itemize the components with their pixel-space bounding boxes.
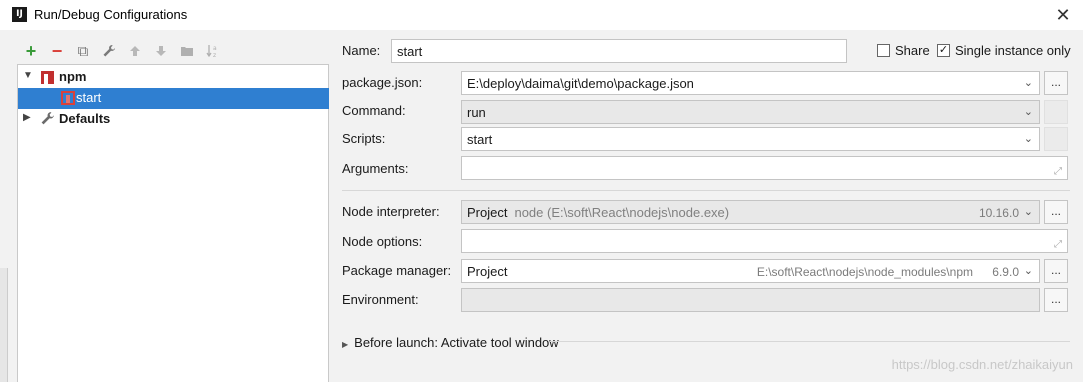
node-options-label: Node options: <box>342 234 423 249</box>
chevron-down-icon[interactable]: ⌄ <box>1024 76 1033 89</box>
chevron-down-icon[interactable]: ⌄ <box>1024 132 1033 145</box>
tree-item-npm[interactable]: ▼ npm <box>18 67 329 88</box>
node-interpreter-label: Node interpreter: <box>342 204 440 219</box>
command-spacer <box>1044 100 1068 124</box>
package-manager-label: Package manager: <box>342 263 452 278</box>
before-launch-separator <box>550 341 1070 342</box>
edit-environment-button[interactable]: ... <box>1044 288 1068 312</box>
environment-label: Environment: <box>342 292 419 307</box>
arguments-input[interactable]: ⤢ <box>461 156 1068 180</box>
arguments-label: Arguments: <box>342 161 409 176</box>
window-title: Run/Debug Configurations <box>34 7 188 22</box>
chevron-down-icon[interactable]: ⌄ <box>1024 105 1033 118</box>
folder-icon[interactable] <box>174 41 200 61</box>
scripts-spacer <box>1044 127 1068 151</box>
title-bar: IJ Run/Debug Configurations ✕ <box>0 0 1083 30</box>
browse-package-manager-button[interactable]: ... <box>1044 259 1068 283</box>
package-manager-version: 6.9.0 <box>992 265 1019 279</box>
command-value: run <box>467 104 486 120</box>
configurations-tree[interactable]: ▼ npm start ▶ Defaults <box>17 64 329 382</box>
package-manager-value: Project <box>467 263 508 279</box>
intellij-icon: IJ <box>12 7 27 22</box>
single-instance-checkbox[interactable]: ✓ <box>937 44 950 57</box>
separator <box>342 190 1070 191</box>
chevron-down-icon[interactable]: ⌄ <box>1024 264 1033 277</box>
npm-config-icon <box>61 91 75 105</box>
run-debug-dialog: IJ Run/Debug Configurations ✕ + − ⧉ az ▼… <box>0 0 1083 382</box>
chevron-right-icon[interactable]: ▶ <box>342 340 348 349</box>
node-options-input[interactable]: ⤢ <box>461 229 1068 253</box>
defaults-wrench-icon <box>40 111 55 129</box>
single-instance-label: Single instance only <box>955 43 1071 58</box>
svg-text:z: z <box>213 52 216 58</box>
move-up-icon[interactable] <box>122 41 148 61</box>
expand-icon[interactable]: ⤢ <box>1054 166 1062 177</box>
remove-icon[interactable]: − <box>44 41 70 61</box>
share-label: Share <box>895 43 930 58</box>
share-checkbox[interactable] <box>877 44 890 57</box>
package-json-label: package.json: <box>342 75 423 90</box>
browse-interpreter-button[interactable]: ... <box>1044 200 1068 224</box>
expand-icon[interactable]: ⤢ <box>1054 239 1062 250</box>
node-version: 10.16.0 <box>978 206 1019 220</box>
background-window-edge <box>0 268 8 382</box>
tree-item-label: npm <box>59 69 87 84</box>
package-json-combo[interactable]: E:\deploy\daima\git\demo\package.json ⌄ <box>461 71 1040 95</box>
tree-item-start[interactable]: start <box>18 88 329 109</box>
name-label: Name: <box>342 43 381 58</box>
chevron-right-icon[interactable]: ▶ <box>23 112 31 123</box>
copy-icon[interactable]: ⧉ <box>70 41 96 61</box>
browse-package-json-button[interactable]: ... <box>1044 71 1068 95</box>
npm-icon <box>41 71 54 84</box>
scripts-label: Scripts: <box>342 131 386 146</box>
package-manager-combo[interactable]: Project E:\soft\React\nodejs\node_module… <box>461 259 1040 283</box>
name-input[interactable]: start <box>391 39 847 63</box>
wrench-icon[interactable] <box>96 41 122 61</box>
tree-item-label: Defaults <box>59 111 111 126</box>
svg-text:a: a <box>213 45 217 52</box>
add-icon[interactable]: + <box>18 41 44 61</box>
tree-item-label: start <box>76 90 102 105</box>
move-down-icon[interactable] <box>148 41 174 61</box>
node-interpreter-value: node (E:\soft\React\nodejs\node.exe) <box>514 204 730 220</box>
sort-icon[interactable]: az <box>200 41 226 61</box>
chevron-down-icon[interactable]: ⌄ <box>1024 205 1033 218</box>
scripts-value: start <box>467 131 493 147</box>
environment-input[interactable] <box>461 288 1040 312</box>
package-manager-path: E:\soft\React\nodejs\node_modules\npm <box>756 265 973 279</box>
watermark: https://blog.csdn.net/zhaikaiyun <box>891 357 1073 372</box>
node-interpreter-prefix: Project <box>467 204 508 220</box>
command-combo[interactable]: run ⌄ <box>461 100 1040 124</box>
package-json-value: E:\deploy\daima\git\demo\package.json <box>467 75 694 91</box>
node-interpreter-combo[interactable]: Project node (E:\soft\React\nodejs\node.… <box>461 200 1040 224</box>
tree-item-defaults[interactable]: ▶ Defaults <box>18 109 329 130</box>
config-toolbar: + − ⧉ az <box>18 40 226 62</box>
close-icon[interactable]: ✕ <box>1053 5 1073 25</box>
chevron-down-icon[interactable]: ▼ <box>23 70 33 81</box>
command-label: Command: <box>342 103 406 118</box>
scripts-combo[interactable]: start ⌄ <box>461 127 1040 151</box>
before-launch-toggle[interactable]: ▶ Before launch: Activate tool window <box>342 335 559 350</box>
before-launch-label: Before launch: Activate tool window <box>354 335 559 350</box>
